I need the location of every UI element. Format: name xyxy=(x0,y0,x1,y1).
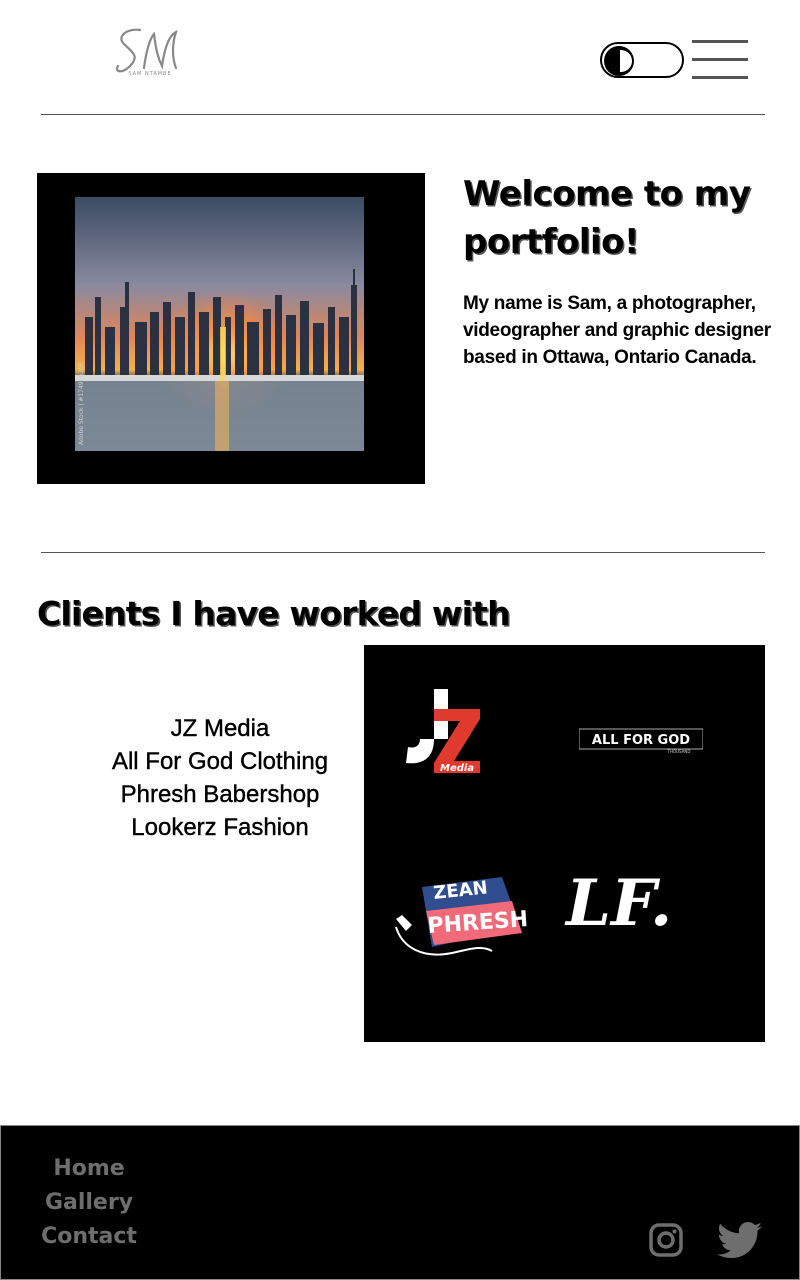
instagram-icon[interactable] xyxy=(648,1222,684,1258)
client-name: Lookerz Fashion xyxy=(131,814,309,841)
client-logos-panel: Media ALL FOR GOD THOUSAND ZEAN PHRESH L… xyxy=(364,645,765,1042)
phresh-babershop-logo: ZEAN PHRESH xyxy=(395,877,527,956)
footer-link-contact[interactable]: Contact xyxy=(0,1224,178,1249)
site-logo[interactable]: SAM NTAMBE xyxy=(110,22,190,86)
all-for-god-text: ALL FOR GOD xyxy=(592,733,690,748)
dark-mode-toggle[interactable] xyxy=(600,42,684,78)
welcome-heading: Welcome to my portfolio! xyxy=(463,174,751,262)
city-skyline-photo: Adobe Stock | #174926206 xyxy=(75,197,364,451)
logo-subtext: SAM NTAMBE xyxy=(128,71,171,77)
client-list: JZ Media All For God Clothing Phresh Bab… xyxy=(80,712,360,844)
lookerz-fashion-logo: LF. xyxy=(564,866,672,941)
client-name: All For God Clothing xyxy=(111,748,329,775)
client-name: Phresh Babershop xyxy=(120,781,320,808)
twitter-icon[interactable] xyxy=(714,1222,766,1260)
moon-icon xyxy=(604,46,634,76)
hamburger-menu-icon[interactable] xyxy=(692,38,748,82)
clients-heading: Clients I have worked with xyxy=(37,594,511,633)
lookerz-text: LF. xyxy=(564,866,672,941)
footer-link-gallery[interactable]: Gallery xyxy=(0,1190,178,1215)
section-divider xyxy=(41,552,765,553)
footer-link-home[interactable]: Home xyxy=(0,1156,178,1181)
client-name: JZ Media xyxy=(170,715,270,742)
jz-media-logo: Media xyxy=(406,689,480,774)
jz-media-text: Media xyxy=(440,763,474,774)
header-divider xyxy=(41,114,765,115)
photo-watermark: Adobe Stock | #174926206 xyxy=(78,362,85,445)
intro-text: My name is Sam, a photographer, videogra… xyxy=(463,293,771,368)
all-for-god-logo: ALL FOR GOD THOUSAND xyxy=(579,728,703,754)
all-for-god-subtext: THOUSAND xyxy=(667,749,691,754)
